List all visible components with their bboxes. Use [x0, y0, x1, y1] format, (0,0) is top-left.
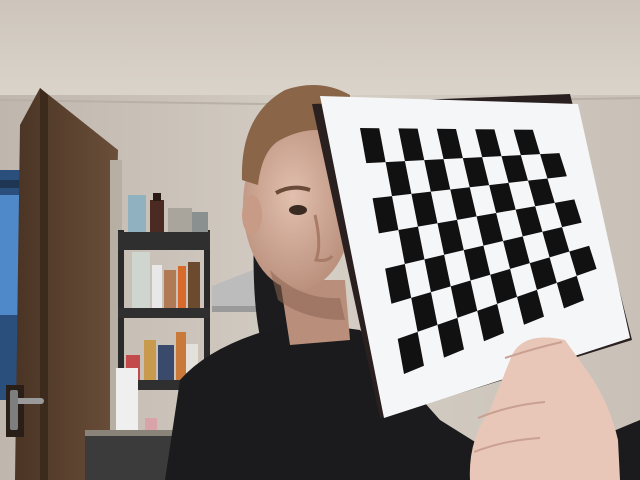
- person-eye: [289, 205, 307, 215]
- counter: [85, 432, 180, 480]
- open-door: [15, 88, 118, 480]
- webcam-scene: [0, 0, 640, 480]
